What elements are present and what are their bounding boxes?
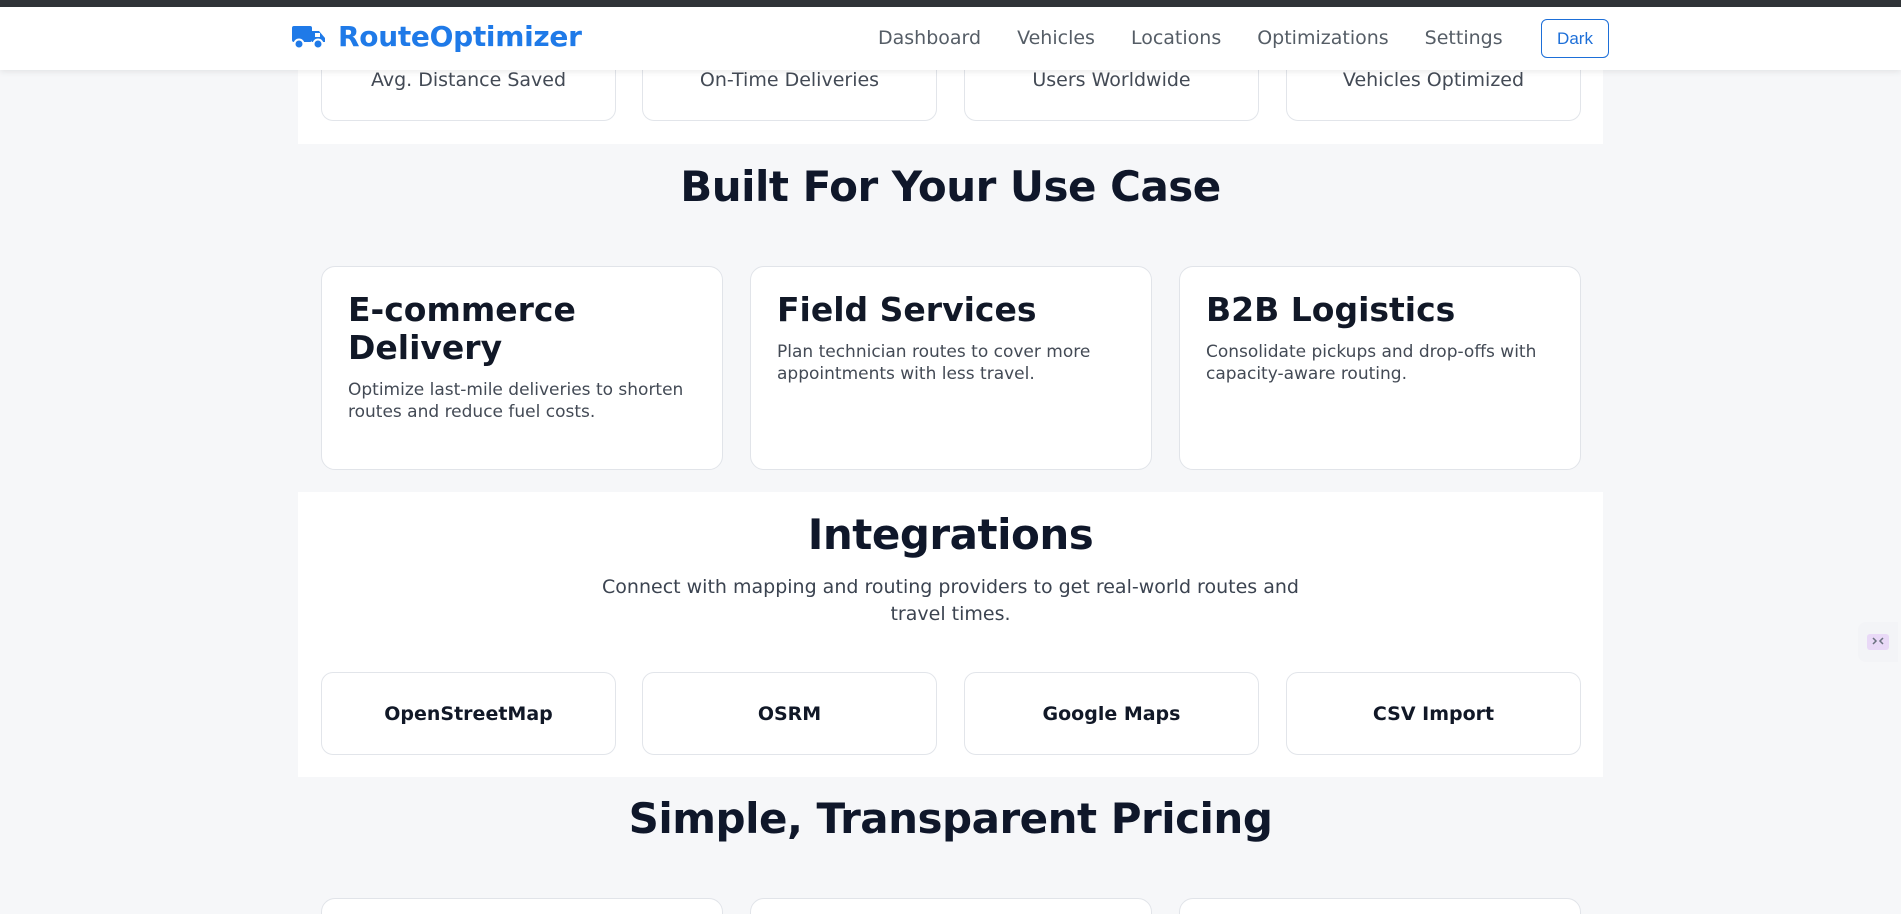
brand-name: RouteOptimizer bbox=[338, 20, 582, 53]
integration-label: OSRM bbox=[757, 702, 822, 725]
stat-label: Vehicles Optimized bbox=[1342, 69, 1525, 91]
main-nav: Dashboard Vehicles Locations Optimizatio… bbox=[878, 27, 1539, 49]
integration-label: OpenStreetMap bbox=[384, 702, 553, 725]
use-case-title: E-commerce Delivery bbox=[348, 290, 576, 367]
integration-card-csv-import[interactable]: CSV Import bbox=[1286, 672, 1581, 755]
integrations-heading: Integrations bbox=[807, 510, 1094, 559]
browser-top-strip bbox=[0, 0, 1901, 7]
pricing-heading: Simple, Transparent Pricing bbox=[628, 794, 1273, 843]
integrations-subtitle: Connect with mapping and routing provide… bbox=[602, 576, 1299, 625]
stat-label: Users Worldwide bbox=[1032, 69, 1191, 91]
brand-logo[interactable]: RouteOptimizer bbox=[292, 20, 582, 53]
integration-card-google-maps[interactable]: Google Maps bbox=[964, 672, 1259, 755]
use-case-card-ecommerce: E-commerce Delivery Optimize last-mile d… bbox=[321, 266, 723, 470]
pricing-card bbox=[321, 898, 723, 914]
use-case-title: B2B Logistics bbox=[1206, 290, 1456, 329]
pricing-card bbox=[750, 898, 1152, 914]
stat-card: Users Worldwide bbox=[964, 69, 1259, 121]
integration-label: Google Maps bbox=[1042, 702, 1181, 725]
stat-label: On-Time Deliveries bbox=[699, 69, 880, 91]
truck-icon bbox=[292, 25, 325, 49]
stat-label: Avg. Distance Saved bbox=[370, 69, 567, 91]
nav-link-dashboard[interactable]: Dashboard bbox=[878, 27, 981, 49]
integration-card-osrm[interactable]: OSRM bbox=[642, 672, 937, 755]
nav-link-locations[interactable]: Locations bbox=[1131, 27, 1221, 49]
use-case-card-b2b-logistics: B2B Logistics Consolidate pickups and dr… bbox=[1179, 266, 1581, 470]
use-case-title: Field Services bbox=[777, 290, 1037, 329]
nav-link-optimizations[interactable]: Optimizations bbox=[1257, 27, 1388, 49]
dark-mode-button[interactable]: Dark bbox=[1541, 19, 1609, 58]
stat-card: Avg. Distance Saved bbox=[321, 69, 616, 121]
use-case-description: Consolidate pickups and drop-offs with c… bbox=[1206, 342, 1537, 384]
code-widget-icon[interactable] bbox=[1858, 622, 1898, 662]
use-case-card-field-services: Field Services Plan technician routes to… bbox=[750, 266, 1152, 470]
stats-section: Avg. Distance Saved On-Time Deliveries U… bbox=[298, 69, 1603, 144]
stat-card: On-Time Deliveries bbox=[642, 69, 937, 121]
use-case-description: Optimize last-mile deliveries to shorten… bbox=[348, 380, 684, 422]
pricing-card bbox=[1179, 898, 1581, 914]
code-widget-glyph-icon bbox=[1867, 634, 1889, 650]
integration-label: CSV Import bbox=[1372, 702, 1495, 725]
top-navbar: RouteOptimizer Dashboard Vehicles Locati… bbox=[0, 7, 1901, 70]
integration-card-openstreetmap[interactable]: OpenStreetMap bbox=[321, 672, 616, 755]
use-cases-heading: Built For Your Use Case bbox=[680, 162, 1221, 211]
nav-link-settings[interactable]: Settings bbox=[1425, 27, 1503, 49]
nav-link-vehicles[interactable]: Vehicles bbox=[1017, 27, 1095, 49]
stat-card: Vehicles Optimized bbox=[1286, 69, 1581, 121]
use-case-description: Plan technician routes to cover more app… bbox=[777, 342, 1091, 384]
